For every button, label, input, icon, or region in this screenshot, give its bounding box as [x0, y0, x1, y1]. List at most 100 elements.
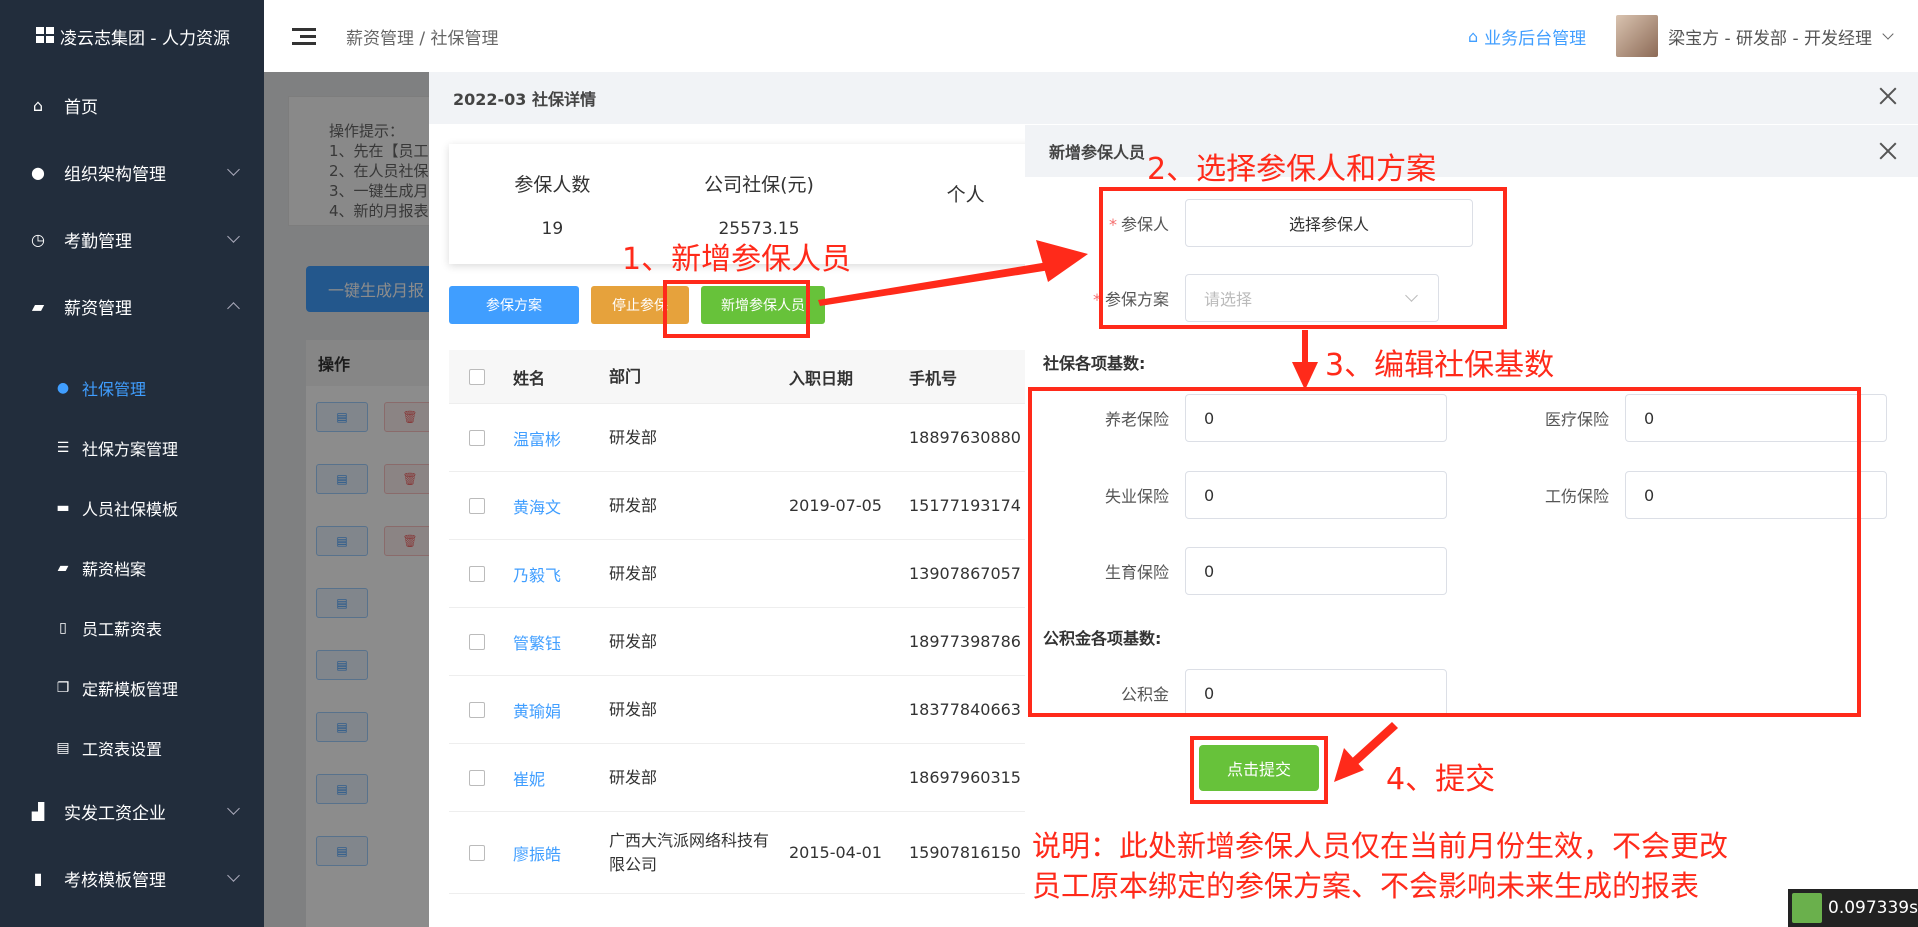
avatar[interactable] — [1616, 15, 1659, 57]
sidebar-subitem-archive[interactable]: ▰ 薪资档案 — [0, 538, 264, 598]
employee-name-link[interactable]: 崔妮 — [505, 766, 601, 790]
annotation-box-step2 — [1099, 187, 1507, 329]
table-row: 崔妮 研发部 18697960315 — [449, 744, 1089, 812]
wallet-icon: ▰ — [57, 560, 69, 576]
employee-name-link[interactable]: 管繁钰 — [505, 630, 601, 654]
sidebar: 凌云志集团 - 人力资源 ⌂ 首页 ● 组织架构管理 ◷ 考勤管理 ▰ 薪资管理… — [0, 0, 264, 927]
column-header: 入职日期 — [789, 368, 854, 388]
row-checkbox[interactable] — [469, 844, 485, 861]
annotation-step4: 4、提交 — [1386, 762, 1496, 797]
annotation-step3: 3、编辑社保基数 — [1325, 348, 1555, 383]
home-icon: ⌂ — [1467, 26, 1479, 46]
row-checkbox[interactable] — [469, 701, 485, 718]
column-header: 姓名 — [513, 368, 546, 388]
annotation-box-step1 — [663, 280, 810, 338]
user-info[interactable]: 梁宝方 - 研发部 - 开发经理 — [1668, 24, 1872, 49]
employee-name-link[interactable]: 温富彬 — [505, 426, 601, 450]
column-header: 部门 — [609, 366, 642, 386]
clock-icon: ◷ — [31, 230, 45, 249]
cell-dept: 研发部 — [609, 495, 658, 515]
sidebar-item-label: 薪资管理 — [64, 299, 132, 319]
cell-date: 2019-07-05 — [789, 496, 882, 515]
cell-dept: 研发部 — [609, 563, 658, 583]
chevron-up-icon — [227, 302, 240, 315]
leaf-logo-icon — [1792, 893, 1822, 923]
sidebar-subitem-label: 社保管理 — [82, 380, 147, 399]
cell-date: 2015-04-01 — [789, 843, 882, 862]
sidebar-item-home[interactable]: ⌂ 首页 — [0, 72, 264, 139]
timer-value: 0.097339s — [1828, 898, 1918, 918]
sidebar-subitem-payroll[interactable]: ▯ 员工薪资表 — [0, 598, 264, 658]
table-row: 廖振皓 广西大汽派网络科技有限公司 2015-04-01 15907816150 — [449, 812, 1089, 894]
sidebar-subitem-label: 员工薪资表 — [82, 620, 163, 639]
cell-dept: 广西大汽派网络科技有限公司 — [609, 830, 770, 874]
sidebar-subitem-label: 社保方案管理 — [82, 440, 179, 459]
chevron-down-icon — [227, 163, 240, 176]
chevron-down-icon — [227, 802, 240, 815]
chevron-down-icon — [227, 230, 240, 243]
sidebar-item-label: 考核模板管理 — [64, 871, 166, 891]
backend-link[interactable]: ⌂ 业务后台管理 — [1468, 24, 1586, 49]
sidebar-subitem-label: 定薪模板管理 — [82, 680, 179, 699]
sidebar-item-actual-salary[interactable]: ▟ 实发工资企业 — [0, 778, 264, 845]
sidebar-subitem-label: 薪资档案 — [82, 560, 147, 579]
hamburger-menu-icon[interactable] — [292, 27, 316, 45]
social-base-title: 社保各项基数: — [1043, 354, 1146, 373]
top-header: 薪资管理 / 社保管理 ⌂ 业务后台管理 梁宝方 - 研发部 - 开发经理 — [264, 0, 1918, 72]
sidebar-item-label: 考勤管理 — [64, 232, 132, 252]
select-all-checkbox[interactable] — [469, 368, 485, 385]
row-checkbox[interactable] — [469, 497, 485, 514]
sidebar-item-org[interactable]: ● 组织架构管理 — [0, 139, 264, 206]
sidebar-subitem-template[interactable]: ▬ 人员社保模板 — [0, 478, 264, 538]
annotation-note: 说明：此处新增参保人员仅在当前月份生效，不会更改 员工原本绑定的参保方案、不会影… — [1032, 826, 1728, 906]
employee-name-link[interactable]: 黄海文 — [505, 494, 601, 518]
sidebar-subitem-label: 人员社保模板 — [82, 500, 179, 519]
sidebar-item-attendance[interactable]: ◷ 考勤管理 — [0, 206, 264, 273]
grid-logo-icon — [36, 27, 56, 45]
sidebar-item-assessment[interactable]: ▮ 考核模板管理 — [0, 845, 264, 912]
chevron-down-icon[interactable] — [1882, 27, 1894, 40]
copy-icon: ❐ — [56, 680, 70, 696]
annotation-step1: 1、新增参保人员 — [622, 242, 852, 277]
brand-title: 凌云志集团 - 人力资源 — [60, 28, 230, 49]
chevron-down-icon — [227, 869, 240, 882]
list-icon: ▤ — [56, 740, 70, 756]
row-checkbox[interactable] — [469, 429, 485, 446]
scheme-button[interactable]: 参保方案 — [449, 286, 579, 324]
row-checkbox[interactable] — [469, 769, 485, 786]
note-line: 说明：此处新增参保人员仅在当前月份生效，不会更改 — [1032, 829, 1729, 863]
home-icon: ⌂ — [32, 96, 44, 115]
sidebar-subitem-fixed-template[interactable]: ❐ 定薪模板管理 — [0, 658, 264, 718]
drop-icon: ● — [56, 380, 70, 396]
stat-label: 个人 — [946, 183, 985, 206]
insured-table: 姓名 部门 入职日期 手机号 温富彬 研发部 18897630880 黄海文 研… — [449, 350, 1089, 894]
close-icon[interactable] — [1876, 139, 1900, 163]
sidebar-subitem-label: 工资表设置 — [82, 740, 163, 759]
sidebar-item-salary[interactable]: ▰ 薪资管理 — [0, 273, 264, 340]
cell-dept: 研发部 — [609, 427, 658, 447]
cell-dept: 研发部 — [609, 699, 658, 719]
table-row: 温富彬 研发部 18897630880 — [449, 404, 1089, 472]
backend-link-label: 业务后台管理 — [1484, 28, 1587, 49]
brand[interactable]: 凌云志集团 - 人力资源 — [0, 0, 264, 72]
dialog-title: 2022-03 社保详情 — [453, 90, 597, 109]
employee-name-link[interactable]: 乃毅飞 — [505, 562, 601, 586]
dialog-title: 新增参保人员 — [1049, 143, 1146, 162]
cell-dept: 研发部 — [609, 631, 658, 651]
annotation-box-step3 — [1028, 387, 1861, 717]
annotation-step2: 2、选择参保人和方案 — [1147, 152, 1437, 187]
employee-name-link[interactable]: 黄瑜娟 — [505, 698, 601, 722]
table-header: 姓名 部门 入职日期 手机号 — [449, 350, 1089, 404]
cell-dept: 研发部 — [609, 767, 658, 787]
sidebar-subitem-payroll-settings[interactable]: ▤ 工资表设置 — [0, 718, 264, 778]
sliders-icon: ☰ — [56, 440, 70, 456]
row-checkbox[interactable] — [469, 633, 485, 650]
stat-label: 公司社保(元) — [704, 173, 814, 196]
row-checkbox[interactable] — [469, 565, 485, 582]
sidebar-subitem-scheme[interactable]: ☰ 社保方案管理 — [0, 418, 264, 478]
employee-name-link[interactable]: 廖振皓 — [505, 841, 601, 865]
table-row: 乃毅飞 研发部 13907867057 — [449, 540, 1089, 608]
user-icon: ● — [31, 163, 45, 182]
close-icon[interactable] — [1876, 84, 1900, 108]
sidebar-subitem-social-security[interactable]: ● 社保管理 — [0, 358, 264, 418]
